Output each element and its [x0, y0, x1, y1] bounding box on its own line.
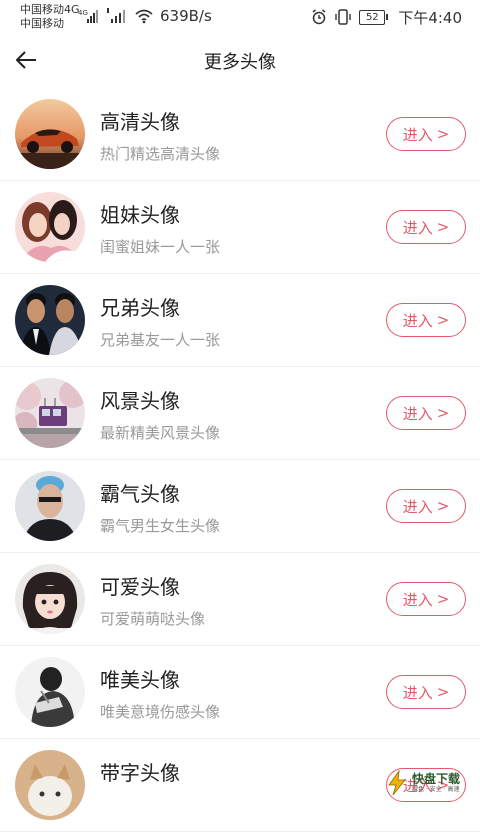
list-item[interactable]: 高清头像 热门精选高清头像 进入 >: [0, 88, 480, 181]
category-title: 可爱头像: [100, 575, 180, 599]
category-subtitle: 热门精选高清头像: [100, 145, 221, 163]
enter-label: 进入: [402, 683, 433, 702]
signal-2-icon: [107, 8, 125, 23]
category-subtitle: 最新精美风景头像: [100, 424, 221, 442]
category-thumbnail: [15, 285, 85, 355]
clock: 下午4:40: [398, 8, 462, 27]
chevron-right-icon: >: [436, 124, 450, 143]
enter-button[interactable]: 进入 >: [386, 582, 466, 616]
chevron-right-icon: >: [436, 589, 450, 608]
vibrate-icon: [335, 9, 352, 25]
chevron-right-icon: >: [436, 310, 450, 329]
chevron-right-icon: >: [436, 496, 450, 515]
lightning-logo-icon: [388, 770, 406, 796]
battery-icon: 52: [359, 9, 389, 25]
enter-button[interactable]: 进入 >: [386, 210, 466, 244]
carrier-primary: 中国移动4G: [20, 3, 80, 16]
category-thumbnail: [15, 99, 85, 169]
category-thumbnail: [15, 750, 85, 820]
signal-icon: 4G: [78, 9, 98, 23]
enter-button[interactable]: 进入 >: [386, 303, 466, 337]
category-title: 霸气头像: [100, 482, 180, 506]
list-item[interactable]: 风景头像 最新精美风景头像 进入 >: [0, 367, 480, 460]
status-bar: 中国移动4G 中国移动 4G 639B/s 52 下午4:40: [0, 0, 480, 34]
category-title: 兄弟头像: [100, 296, 180, 320]
chevron-right-icon: >: [436, 403, 450, 422]
list-item[interactable]: 姐妹头像 闺蜜姐妹一人一张 进入 >: [0, 181, 480, 274]
category-title: 唯美头像: [100, 668, 180, 692]
category-thumbnail: [15, 471, 85, 541]
enter-label: 进入: [402, 218, 433, 237]
enter-button[interactable]: 进入 >: [386, 396, 466, 430]
status-right: 52 下午4:40: [311, 6, 462, 28]
list-item[interactable]: 可爱头像 可爱萌萌哒头像 进入 >: [0, 553, 480, 646]
watermark-slogan: 绿色 · 安全 · 高速: [412, 786, 460, 793]
enter-label: 进入: [402, 311, 433, 330]
enter-button[interactable]: 进入 >: [386, 675, 466, 709]
list-item[interactable]: 霸气头像 霸气男生女生头像 进入 >: [0, 460, 480, 553]
enter-button[interactable]: 进入 >: [386, 117, 466, 151]
net-badge: 4G: [78, 9, 88, 17]
battery-level: 52: [359, 9, 386, 25]
enter-label: 进入: [402, 125, 433, 144]
category-thumbnail: [15, 657, 85, 727]
category-title: 带字头像: [100, 761, 180, 785]
enter-button[interactable]: 进入 >: [386, 489, 466, 523]
page-title: 更多头像: [204, 52, 276, 73]
category-subtitle: 唯美意境伤感头像: [100, 703, 221, 721]
enter-label: 进入: [402, 497, 433, 516]
category-subtitle: 霸气男生女生头像: [100, 517, 221, 535]
category-subtitle: 兄弟基友一人一张: [100, 331, 221, 349]
category-subtitle: 可爱萌萌哒头像: [100, 610, 206, 628]
avatar-category-list: 高清头像 热门精选高清头像 进入 > 姐妹头像 闺蜜姐妹一人一张 进入 > 兄弟…: [0, 88, 480, 832]
category-subtitle: 闺蜜姐妹一人一张: [100, 238, 221, 256]
enter-label: 进入: [402, 404, 433, 423]
category-thumbnail: [15, 378, 85, 448]
alarm-icon: [312, 9, 326, 25]
watermark-brand: 快盘下载: [412, 772, 461, 786]
chevron-right-icon: >: [436, 217, 450, 236]
category-title: 姐妹头像: [100, 203, 180, 227]
watermark: 快盘下载 绿色 · 安全 · 高速: [384, 768, 476, 798]
category-title: 风景头像: [100, 389, 180, 413]
list-item[interactable]: 兄弟头像 兄弟基友一人一张 进入 >: [0, 274, 480, 367]
enter-label: 进入: [402, 590, 433, 609]
category-title: 高清头像: [100, 110, 180, 134]
list-item[interactable]: 唯美头像 唯美意境伤感头像 进入 >: [0, 646, 480, 739]
category-thumbnail: [15, 564, 85, 634]
carrier-secondary: 中国移动: [20, 17, 64, 30]
wifi-icon: [135, 9, 153, 24]
net-speed: 639B/s: [160, 7, 212, 25]
chevron-right-icon: >: [436, 682, 450, 701]
header: 更多头像: [0, 34, 480, 86]
category-thumbnail: [15, 192, 85, 262]
